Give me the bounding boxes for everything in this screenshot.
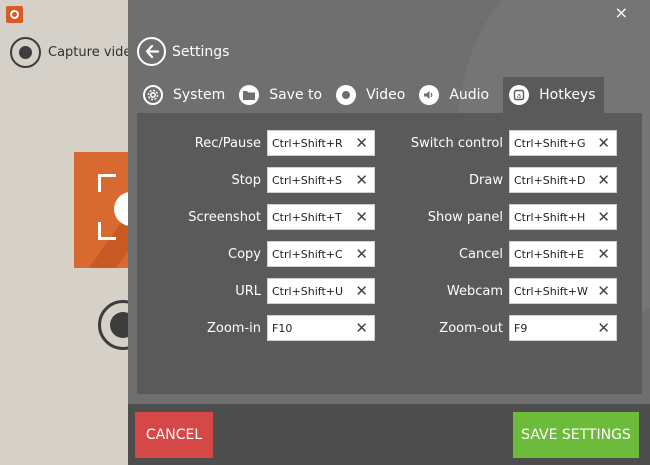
capture-video-label: Capture video <box>48 45 140 60</box>
tab-video[interactable]: Video <box>336 77 413 113</box>
hotkey-value: Ctrl+Shift+E <box>514 247 584 261</box>
hotkey-row: URL Ctrl+Shift+U ✕ <box>137 278 375 304</box>
hotkey-value: F10 <box>272 321 293 335</box>
tab-audio[interactable]: Audio <box>419 77 497 113</box>
save-settings-button[interactable]: SAVE SETTINGS <box>513 412 639 458</box>
hotkey-field-url[interactable]: Ctrl+Shift+U ✕ <box>267 278 375 304</box>
hotkey-row: Show panel Ctrl+Shift+H ✕ <box>377 204 617 230</box>
hotkey-value: Ctrl+Shift+H <box>514 210 586 224</box>
settings-header: Settings <box>137 37 229 66</box>
back-arrow-icon[interactable] <box>137 37 166 66</box>
hotkey-row: Stop Ctrl+Shift+S ✕ <box>137 167 375 193</box>
hotkey-field-stop[interactable]: Ctrl+Shift+S ✕ <box>267 167 375 193</box>
close-icon[interactable]: × <box>615 3 628 22</box>
hotkey-value: Ctrl+Shift+C <box>272 247 343 261</box>
keyboard-icon: a <box>509 85 530 105</box>
svg-text:a: a <box>517 92 521 100</box>
hotkey-value: Ctrl+Shift+G <box>514 136 586 150</box>
hotkey-field-draw[interactable]: Ctrl+Shift+D ✕ <box>509 167 617 193</box>
gear-icon <box>143 85 163 105</box>
hotkey-value: Ctrl+Shift+W <box>514 284 588 298</box>
record-icon <box>336 85 357 105</box>
folder-icon <box>239 85 260 105</box>
hotkey-field-switch-control[interactable]: Ctrl+Shift+G ✕ <box>509 130 617 156</box>
hotkey-label: URL <box>235 283 261 299</box>
clear-icon[interactable]: ✕ <box>597 283 610 299</box>
hotkey-value: Ctrl+Shift+T <box>272 210 342 224</box>
hotkey-value: Ctrl+Shift+U <box>272 284 344 298</box>
hotkey-label: Zoom-in <box>206 320 261 336</box>
hotkey-label: Zoom-out <box>439 320 503 336</box>
hotkey-label: Screenshot <box>188 209 261 225</box>
capture-video-option[interactable]: Capture video <box>10 37 139 68</box>
hotkey-value: F9 <box>514 321 528 335</box>
hotkey-row: Draw Ctrl+Shift+D ✕ <box>377 167 617 193</box>
clear-icon[interactable]: ✕ <box>597 135 610 151</box>
frame-corner-icon <box>98 174 116 192</box>
hotkey-field-screenshot[interactable]: Ctrl+Shift+T ✕ <box>267 204 375 230</box>
hotkey-value: Ctrl+Shift+R <box>272 136 343 150</box>
hotkey-field-show-panel[interactable]: Ctrl+Shift+H ✕ <box>509 204 617 230</box>
frame-corner-icon <box>98 222 116 240</box>
hotkeys-panel: Rec/Pause Ctrl+Shift+R ✕ Stop Ctrl+Shift… <box>137 113 642 394</box>
hotkey-row: Cancel Ctrl+Shift+E ✕ <box>377 241 617 267</box>
tab-label: Hotkeys <box>539 87 596 103</box>
hotkey-row: Zoom-in F10 ✕ <box>137 315 375 341</box>
tab-system[interactable]: System <box>143 77 233 113</box>
hotkey-field-copy[interactable]: Ctrl+Shift+C ✕ <box>267 241 375 267</box>
hotkey-label: Show panel <box>427 209 503 225</box>
hotkey-row: Webcam Ctrl+Shift+W ✕ <box>377 278 617 304</box>
hotkey-field-zoom-in[interactable]: F10 ✕ <box>267 315 375 341</box>
hotkey-value: Ctrl+Shift+S <box>272 173 342 187</box>
tab-save-to[interactable]: Save to <box>239 77 330 113</box>
hotkey-field-rec-pause[interactable]: Ctrl+Shift+R ✕ <box>267 130 375 156</box>
hotkey-field-webcam[interactable]: Ctrl+Shift+W ✕ <box>509 278 617 304</box>
clear-icon[interactable]: ✕ <box>355 320 368 336</box>
hotkey-row: Switch control Ctrl+Shift+G ✕ <box>377 130 617 156</box>
clear-icon[interactable]: ✕ <box>597 172 610 188</box>
hotkey-field-zoom-out[interactable]: F9 ✕ <box>509 315 617 341</box>
tab-label: System <box>173 87 226 103</box>
hotkey-value: Ctrl+Shift+D <box>514 173 586 187</box>
hotkey-row: Copy Ctrl+Shift+C ✕ <box>137 241 375 267</box>
page-title: Settings <box>172 43 230 60</box>
clear-icon[interactable]: ✕ <box>597 246 610 262</box>
clear-icon[interactable]: ✕ <box>355 209 368 225</box>
settings-dialog: × Settings System Save to Video Audio a … <box>128 0 650 465</box>
app-logo-icon <box>6 6 23 23</box>
hotkey-label: Cancel <box>458 246 503 262</box>
record-icon <box>10 37 41 68</box>
hotkey-row: Zoom-out F9 ✕ <box>377 315 617 341</box>
hotkey-label: Draw <box>469 172 503 188</box>
hotkey-row: Rec/Pause Ctrl+Shift+R ✕ <box>137 130 375 156</box>
hotkey-label: Switch control <box>410 135 503 151</box>
hotkey-label: Rec/Pause <box>194 135 261 151</box>
hotkey-label: Stop <box>231 172 261 188</box>
hotkey-row: Screenshot Ctrl+Shift+T ✕ <box>137 204 375 230</box>
tab-label: Save to <box>269 87 323 103</box>
clear-icon[interactable]: ✕ <box>355 283 368 299</box>
clear-icon[interactable]: ✕ <box>355 246 368 262</box>
tab-label: Video <box>366 87 406 103</box>
hotkey-label: Copy <box>228 246 261 262</box>
clear-icon[interactable]: ✕ <box>597 320 610 336</box>
cancel-button[interactable]: CANCEL <box>135 412 213 458</box>
settings-tabs: System Save to Video Audio a Hotkeys <box>143 77 604 113</box>
clear-icon[interactable]: ✕ <box>597 209 610 225</box>
tab-hotkeys[interactable]: a Hotkeys <box>503 77 604 113</box>
tab-label: Audio <box>449 87 490 103</box>
clear-icon[interactable]: ✕ <box>355 135 368 151</box>
hotkey-label: Webcam <box>446 283 503 299</box>
hotkey-field-cancel[interactable]: Ctrl+Shift+E ✕ <box>509 241 617 267</box>
settings-footer: CANCEL SAVE SETTINGS <box>128 404 650 465</box>
speaker-icon <box>419 85 440 105</box>
screenshot-thumbnail <box>74 152 134 268</box>
clear-icon[interactable]: ✕ <box>355 172 368 188</box>
